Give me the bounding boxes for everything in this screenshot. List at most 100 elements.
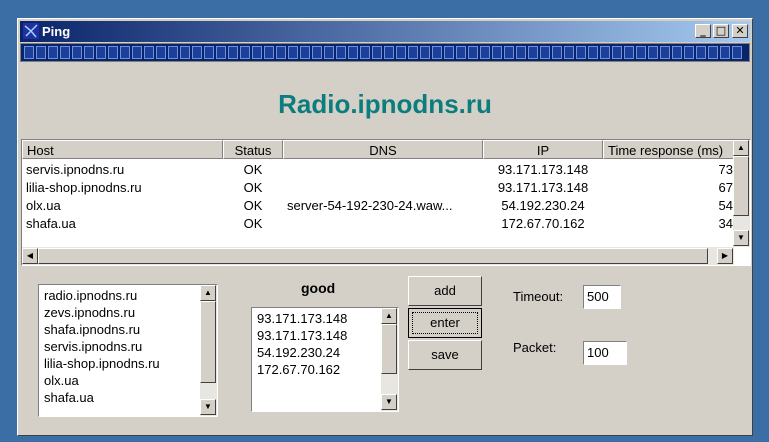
list-item[interactable]: lilia-shop.ipnodns.ru xyxy=(39,355,217,372)
window-title: Ping xyxy=(42,24,71,39)
page-title: Radio.ipnodns.ru xyxy=(278,89,492,119)
scroll-up-icon[interactable]: ▲ xyxy=(733,140,749,156)
progress-segment xyxy=(48,46,58,59)
good-ip-scrollbar[interactable]: ▲ ▼ xyxy=(381,308,398,411)
progress-segment xyxy=(384,46,394,59)
enter-button[interactable]: enter xyxy=(408,308,482,338)
cell-host: shafa.ua xyxy=(26,216,76,231)
cell-ip: 93.171.173.148 xyxy=(497,180,589,195)
timeout-label: Timeout: xyxy=(513,289,564,304)
list-item[interactable]: shafa.ua xyxy=(39,389,217,406)
progress-segment xyxy=(72,46,82,59)
hosts-scrollbar[interactable]: ▲ ▼ xyxy=(200,285,217,416)
ping-window: Ping _ □ ✕ Radio.ipnodns.ru Host Status … xyxy=(17,18,753,436)
packet-field[interactable]: 100 xyxy=(583,341,627,365)
progress-segment xyxy=(84,46,94,59)
progress-segment xyxy=(444,46,454,59)
good-label: good xyxy=(301,280,336,296)
progress-segment xyxy=(624,46,634,59)
close-button[interactable]: ✕ xyxy=(732,24,748,38)
list-item[interactable]: shafa.ipnodns.ru xyxy=(39,321,217,338)
save-button[interactable]: save xyxy=(408,340,482,370)
add-button[interactable]: add xyxy=(408,276,482,306)
progress-segment xyxy=(228,46,238,59)
scroll-down-icon[interactable]: ▼ xyxy=(381,394,397,410)
cell-time: 73 xyxy=(718,162,733,177)
progress-segment xyxy=(324,46,334,59)
title-bar[interactable]: Ping _ □ ✕ xyxy=(20,21,750,42)
cell-ip: 172.67.70.162 xyxy=(501,216,585,231)
progress-segment xyxy=(132,46,142,59)
minimize-button[interactable]: _ xyxy=(695,24,711,38)
scroll-right-icon[interactable]: ▶ xyxy=(717,248,733,264)
cell-host: lilia-shop.ipnodns.ru xyxy=(26,180,142,195)
progress-segment xyxy=(588,46,598,59)
horizontal-scroll-thumb[interactable] xyxy=(38,248,708,264)
list-item[interactable]: servis.ipnodns.ru xyxy=(39,338,217,355)
table-row[interactable]: shafa.ua OK 172.67.70.162 34 xyxy=(22,215,734,233)
list-item[interactable]: 93.171.173.148 xyxy=(252,310,398,327)
scroll-thumb[interactable] xyxy=(381,324,397,374)
progress-segment xyxy=(516,46,526,59)
table-row[interactable]: servis.ipnodns.ru OK 93.171.173.148 73 xyxy=(22,161,734,179)
cell-host: servis.ipnodns.ru xyxy=(26,162,125,177)
scroll-up-icon[interactable]: ▲ xyxy=(381,308,397,324)
maximize-button[interactable]: □ xyxy=(713,24,729,38)
list-item[interactable]: 172.67.70.162 xyxy=(252,361,398,378)
scroll-down-icon[interactable]: ▼ xyxy=(733,230,749,246)
table-row[interactable]: olx.ua OK server-54-192-230-24.waw... 54.19… xyxy=(22,197,734,215)
progress-segment xyxy=(672,46,682,59)
progress-segment xyxy=(684,46,694,59)
list-item[interactable]: 93.171.173.148 xyxy=(252,327,398,344)
cell-ip: 93.171.173.148 xyxy=(497,162,589,177)
progress-segment xyxy=(720,46,730,59)
cell-ip: 54.192.230.24 xyxy=(501,198,585,213)
column-header-ip[interactable]: IP xyxy=(483,140,603,159)
scroll-down-icon[interactable]: ▼ xyxy=(200,399,216,415)
progress-segment xyxy=(456,46,466,59)
scroll-thumb[interactable] xyxy=(200,301,216,383)
timeout-field[interactable]: 500 xyxy=(583,285,621,309)
hosts-listbox[interactable]: radio.ipnodns.ru zevs.ipnodns.ru shafa.ipn… xyxy=(38,284,218,417)
list-item[interactable]: zevs.ipnodns.ru xyxy=(39,304,217,321)
scroll-left-icon[interactable]: ◀ xyxy=(22,248,38,264)
progress-segment xyxy=(636,46,646,59)
list-item[interactable]: olx.ua xyxy=(39,372,217,389)
progress-segment xyxy=(396,46,406,59)
list-item[interactable]: 54.192.230.24 xyxy=(252,344,398,361)
column-header-time[interactable]: Time response (ms) xyxy=(603,140,743,159)
progress-segment xyxy=(60,46,70,59)
progress-segment xyxy=(192,46,202,59)
packet-label: Packet: xyxy=(513,340,557,355)
list-item[interactable]: radio.ipnodns.ru xyxy=(39,287,217,304)
progress-segment xyxy=(372,46,382,59)
good-ip-listbox[interactable]: 93.171.173.148 93.171.173.148 54.192.230.2… xyxy=(251,307,399,412)
column-header-host[interactable]: Host xyxy=(22,140,223,159)
progress-segment xyxy=(252,46,262,59)
progress-segment xyxy=(216,46,226,59)
progress-segment xyxy=(528,46,538,59)
results-table[interactable]: Host Status DNS IP Time response (ms) se… xyxy=(21,139,751,266)
progress-segment xyxy=(540,46,550,59)
progress-segment xyxy=(336,46,346,59)
progress-segment xyxy=(348,46,358,59)
table-vertical-scrollbar[interactable]: ▲ ▼ xyxy=(733,140,750,247)
table-body: servis.ipnodns.ru OK 93.171.173.148 73 lilia… xyxy=(22,161,734,233)
column-header-status[interactable]: Status xyxy=(223,140,283,159)
scroll-thumb[interactable] xyxy=(733,156,749,216)
progress-segment xyxy=(660,46,670,59)
progress-segment xyxy=(432,46,442,59)
progress-segment xyxy=(300,46,310,59)
progress-segment xyxy=(312,46,322,59)
table-row[interactable]: lilia-shop.ipnodns.ru OK 93.171.173.148 67 xyxy=(22,179,734,197)
scroll-up-icon[interactable]: ▲ xyxy=(200,285,216,301)
table-horizontal-scrollbar[interactable]: ◀ ▶ xyxy=(22,247,734,265)
column-header-dns[interactable]: DNS xyxy=(283,140,483,159)
progress-segment xyxy=(576,46,586,59)
progress-segment xyxy=(420,46,430,59)
progress-segment xyxy=(648,46,658,59)
progress-segment xyxy=(156,46,166,59)
progress-segment xyxy=(708,46,718,59)
cell-status: OK xyxy=(243,162,263,177)
progress-bar xyxy=(20,43,750,62)
